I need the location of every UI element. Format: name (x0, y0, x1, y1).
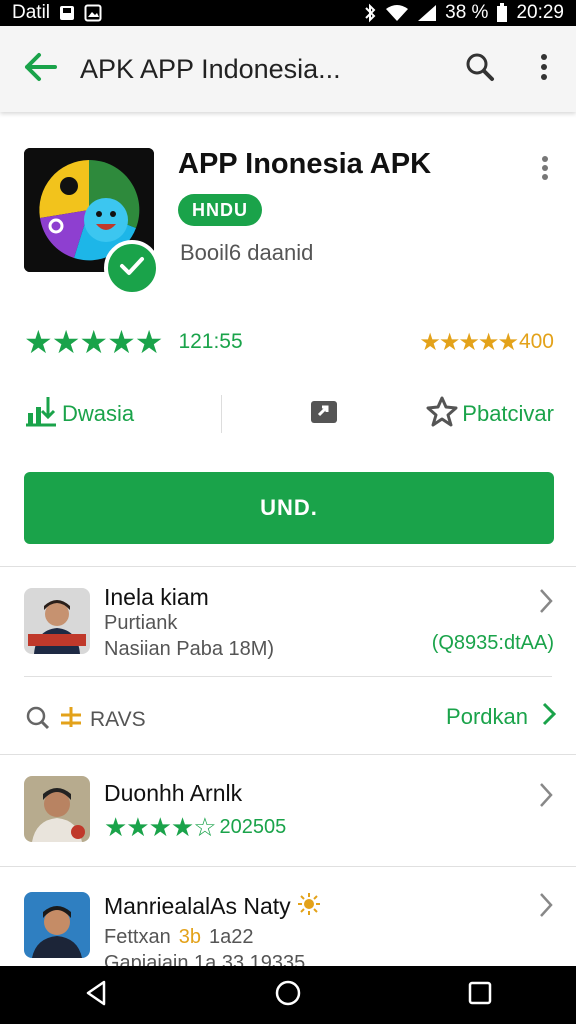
nav-back-button[interactable] (66, 966, 126, 1024)
battery-percent: 38 % (445, 2, 489, 23)
app-details-card: APP Inonesia APK HNDU Booil6 daanid ★★★★… (0, 126, 576, 566)
home-circle-icon (274, 979, 302, 1012)
wishlist-label: Pbatcivar (462, 401, 554, 426)
wishlist-action[interactable]: Pbatcivar (426, 395, 554, 433)
list-item-meta: (Q8935:dtAA) (431, 632, 554, 654)
download-label: Dwasia (62, 401, 135, 426)
list-item-rating-value: 202505 (219, 816, 287, 838)
list-item-title: Duonhh Arnlk (104, 780, 243, 806)
search-icon (24, 704, 52, 736)
verified-badge (104, 240, 160, 296)
sd-card-icon (58, 4, 76, 22)
more-vert-icon (540, 53, 548, 86)
list-item-subtitle: Purtiank (104, 612, 178, 634)
list-item[interactable]: Inela kiam Purtiank Nasiian Paba 18M) (Q… (0, 566, 576, 676)
back-triangle-icon (84, 980, 108, 1011)
app-overflow-button[interactable] (528, 150, 562, 190)
rank-link[interactable]: Pordkan (446, 702, 557, 732)
list-item-title: Inela kiam (104, 584, 209, 610)
install-button[interactable]: UND. (24, 472, 554, 544)
status-bar: Datil 38 % 20:29 (0, 0, 576, 26)
action-divider (221, 395, 223, 433)
signal-icon (417, 4, 437, 22)
list-item-detail: Nasiian Paba 18M) (104, 638, 275, 660)
action-row: Dwasia Pbatcivar (24, 392, 554, 436)
app-title: APP Inonesia APK (178, 148, 432, 180)
carrier-label: Datil (12, 2, 51, 23)
image-icon (84, 4, 102, 22)
avatar (24, 588, 90, 654)
download-chart-icon (24, 395, 58, 433)
list-item-title: ManriealalAs Naty (104, 893, 291, 919)
wifi-icon (385, 4, 409, 22)
list-item-subtitle: Fettxan 3b 1a22 (104, 926, 253, 949)
developer-name[interactable]: Booil6 daanid (180, 240, 313, 266)
more-vert-icon (541, 155, 549, 186)
star-rating-icon: ★★★★★ (419, 328, 519, 356)
nav-recents-button[interactable] (450, 966, 510, 1024)
back-button[interactable] (0, 26, 80, 112)
rating-count: 121:55 (178, 330, 243, 353)
avatar (24, 776, 90, 842)
recents-square-icon (468, 981, 492, 1010)
section-divider (24, 676, 552, 677)
share-box-icon (309, 397, 339, 431)
list-item[interactable]: Duonhh Arnlk ★★★★☆ 202505 (0, 754, 576, 866)
ranking-row[interactable]: RAVS Pordkan (0, 688, 576, 748)
search-icon (465, 52, 495, 87)
list-item[interactable]: ManriealalAs Naty Fettxan 3b 1a22 Gapiai… (0, 866, 576, 966)
list-item-title-row: ManriealalAs Naty (104, 892, 321, 921)
star-rating-icon: ★★★★★ (24, 324, 163, 360)
list-item-detail: Gapiaiain 1a 33 19335 (104, 952, 306, 966)
share-action[interactable] (309, 397, 339, 431)
rating-value: 400 (518, 330, 554, 353)
overflow-menu-button[interactable] (512, 26, 576, 112)
check-icon (119, 256, 145, 281)
system-nav-bar (0, 966, 576, 1024)
rank-icon (58, 705, 84, 735)
toolbar-title: APK APP Indonesia... (80, 53, 341, 84)
rank-label: RAVS (90, 708, 146, 731)
chevron-right-icon (536, 890, 556, 920)
list-item-subtitle-b: 3b (178, 926, 201, 948)
chevron-right-icon (536, 586, 556, 616)
app-toolbar: APK APP Indonesia... (0, 26, 576, 112)
back-arrow-icon (23, 52, 57, 87)
rating-row: ★★★★★ 121:55 ★★★★★ 400 (24, 324, 554, 360)
list-item-rating: ★★★★☆ 202505 (104, 812, 286, 843)
clock: 20:29 (516, 2, 564, 23)
list-item-subtitle-c: 1a22 (208, 926, 254, 948)
list-item-subtitle-a: Fettxan (104, 926, 171, 948)
star-rating-icon: ★★★★☆ (104, 812, 217, 842)
download-action[interactable]: Dwasia (24, 395, 134, 433)
chevron-right-icon (542, 702, 557, 732)
category-tag[interactable]: HNDU (178, 194, 262, 226)
bluetooth-icon (363, 3, 377, 23)
avatar (24, 892, 90, 958)
battery-icon (496, 3, 508, 23)
search-button[interactable] (448, 26, 512, 112)
sun-badge-icon (297, 892, 321, 921)
rank-link-label: Pordkan (446, 704, 528, 729)
chevron-right-icon (536, 780, 556, 810)
star-outline-icon (426, 395, 458, 433)
nav-home-button[interactable] (258, 966, 318, 1024)
